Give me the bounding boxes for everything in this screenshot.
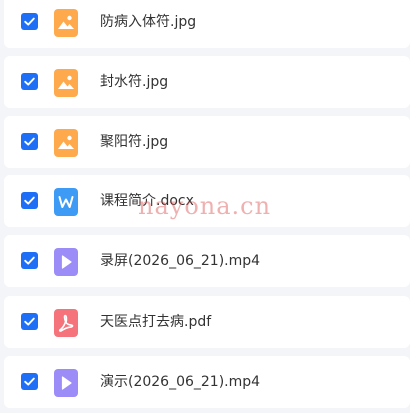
- word-file-icon: [54, 188, 78, 216]
- checkbox-checked[interactable]: [21, 133, 38, 150]
- file-name: 课程简介.docx: [100, 193, 194, 209]
- checkmark-icon: [24, 196, 35, 205]
- image-file-icon: [54, 69, 78, 97]
- checkbox-checked[interactable]: [21, 313, 38, 330]
- checkmark-icon: [24, 17, 35, 26]
- video-file-icon: [54, 369, 78, 397]
- image-file-icon: [54, 9, 78, 37]
- file-row[interactable]: 封水符.jpg: [4, 56, 410, 108]
- checkmark-icon: [24, 317, 35, 326]
- file-list: 防病入体符.jpg 封水符.jpg 聚阳符.jpg 课程简介.docx 录屏(2…: [0, 0, 410, 413]
- file-row[interactable]: 录屏(2026_06_21).mp4: [4, 235, 410, 287]
- checkmark-icon: [24, 77, 35, 86]
- file-row[interactable]: 天医点打去病.pdf: [4, 296, 410, 348]
- checkmark-icon: [24, 256, 35, 265]
- checkbox-checked[interactable]: [21, 373, 38, 390]
- file-row[interactable]: 聚阳符.jpg: [4, 116, 410, 168]
- file-name: 天医点打去病.pdf: [100, 314, 212, 330]
- file-name: 防病入体符.jpg: [100, 14, 197, 30]
- checkbox-checked[interactable]: [21, 73, 38, 90]
- checkmark-icon: [24, 137, 35, 146]
- pdf-file-icon: [54, 309, 78, 337]
- file-row[interactable]: 防病入体符.jpg: [4, 0, 410, 48]
- video-file-icon: [54, 248, 78, 276]
- image-file-icon: [54, 129, 78, 157]
- checkbox-checked[interactable]: [21, 192, 38, 209]
- file-name: 录屏(2026_06_21).mp4: [100, 253, 261, 269]
- file-name: 演示(2026_06_21).mp4: [100, 374, 261, 390]
- checkmark-icon: [24, 377, 35, 386]
- checkbox-checked[interactable]: [21, 252, 38, 269]
- file-row[interactable]: 演示(2026_06_21).mp4: [4, 356, 410, 408]
- file-name: 封水符.jpg: [100, 74, 169, 90]
- file-name: 聚阳符.jpg: [100, 134, 169, 150]
- file-row[interactable]: 课程简介.docx: [4, 175, 410, 227]
- checkbox-checked[interactable]: [21, 13, 38, 30]
